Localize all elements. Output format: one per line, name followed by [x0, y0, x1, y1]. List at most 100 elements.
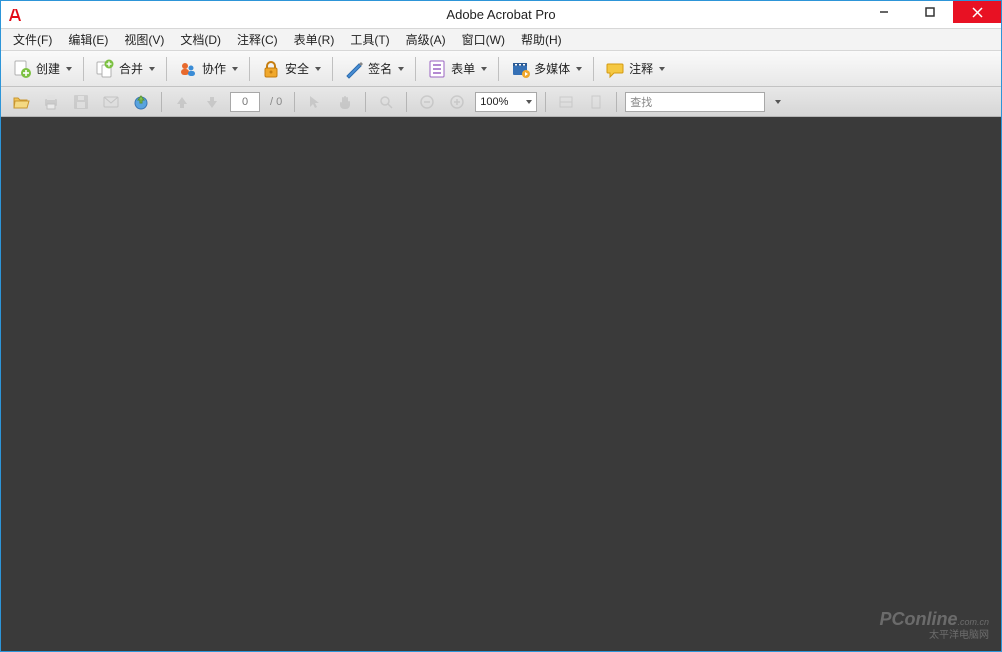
dropdown-caret-icon [232, 67, 238, 71]
menu-tools[interactable]: 工具(T) [342, 29, 397, 50]
comment-label: 注释 [629, 60, 653, 77]
dropdown-caret-icon [398, 67, 404, 71]
collaborate-icon [178, 59, 198, 79]
menu-edit[interactable]: 编辑(E) [60, 29, 116, 50]
menu-advanced[interactable]: 高级(A) [398, 29, 454, 50]
magnifier-icon [378, 94, 394, 110]
watermark-main: PConline [879, 609, 957, 629]
secondary-toolbar: / 0 100% 查找 [1, 87, 1001, 117]
separator [332, 57, 333, 81]
sign-pen-icon [344, 59, 364, 79]
separator [593, 57, 594, 81]
separator [415, 57, 416, 81]
separator [249, 57, 250, 81]
hand-icon [337, 94, 353, 110]
collaborate-label: 协作 [202, 60, 226, 77]
envelope-icon [102, 93, 120, 111]
multimedia-film-icon [510, 59, 530, 79]
zoom-in-button[interactable] [445, 90, 469, 114]
menu-help[interactable]: 帮助(H) [513, 29, 570, 50]
minus-circle-icon [419, 94, 435, 110]
watermark: PConline.com.cn 太平洋电脑网 [879, 610, 989, 641]
select-tool-button[interactable] [303, 90, 327, 114]
search-dropdown-caret-icon[interactable] [775, 100, 781, 104]
separator [83, 57, 84, 81]
cursor-select-icon [307, 94, 323, 110]
fit-page-button[interactable] [584, 90, 608, 114]
document-area: PConline.com.cn 太平洋电脑网 [1, 117, 1001, 651]
dropdown-caret-icon [576, 67, 582, 71]
separator [545, 92, 546, 112]
menu-view[interactable]: 视图(V) [116, 29, 172, 50]
dropdown-caret-icon [659, 67, 665, 71]
maximize-button[interactable] [907, 1, 953, 23]
menu-forms[interactable]: 表单(R) [286, 29, 343, 50]
folder-open-icon [12, 93, 30, 111]
forms-button[interactable]: 表单 [422, 55, 492, 83]
forms-label: 表单 [451, 60, 475, 77]
window-title: Adobe Acrobat Pro [1, 7, 1001, 22]
sign-label: 签名 [368, 60, 392, 77]
collaborate-button[interactable]: 协作 [173, 55, 243, 83]
search-placeholder: 查找 [630, 94, 652, 110]
watermark-suffix: .com.cn [957, 617, 989, 627]
separator [166, 57, 167, 81]
fit-width-icon [558, 94, 574, 110]
merge-button[interactable]: 合并 [90, 55, 160, 83]
printer-icon [42, 93, 60, 111]
zoom-out-button[interactable] [415, 90, 439, 114]
fit-width-button[interactable] [554, 90, 578, 114]
open-button[interactable] [9, 90, 33, 114]
secure-lock-icon [261, 59, 281, 79]
marquee-zoom-button[interactable] [374, 90, 398, 114]
arrow-up-icon [174, 94, 190, 110]
minimize-button[interactable] [861, 1, 907, 23]
separator [294, 92, 295, 112]
hand-tool-button[interactable] [333, 90, 357, 114]
dropdown-caret-icon [481, 67, 487, 71]
watermark-sub: 太平洋电脑网 [879, 630, 989, 641]
menu-window[interactable]: 窗口(W) [454, 29, 513, 50]
secure-button[interactable]: 安全 [256, 55, 326, 83]
separator [498, 57, 499, 81]
create-button[interactable]: 创建 [7, 55, 77, 83]
forms-icon [427, 59, 447, 79]
window-controls [861, 1, 1001, 23]
separator [365, 92, 366, 112]
main-toolbar: 创建 合并 协作 安全 [1, 51, 1001, 87]
save-button[interactable] [69, 90, 93, 114]
titlebar: Adobe Acrobat Pro [1, 1, 1001, 29]
page-number-input[interactable] [230, 92, 260, 112]
merge-icon [95, 59, 115, 79]
arrow-down-icon [204, 94, 220, 110]
upload-button[interactable] [129, 90, 153, 114]
zoom-select[interactable]: 100% [475, 92, 537, 112]
email-button[interactable] [99, 90, 123, 114]
app-icon [7, 7, 23, 23]
merge-label: 合并 [119, 60, 143, 77]
plus-circle-icon [449, 94, 465, 110]
sign-button[interactable]: 签名 [339, 55, 409, 83]
save-disk-icon [72, 93, 90, 111]
create-icon [12, 59, 32, 79]
search-input[interactable]: 查找 [625, 92, 765, 112]
create-label: 创建 [36, 60, 60, 77]
separator [161, 92, 162, 112]
dropdown-caret-icon [66, 67, 72, 71]
menubar: 文件(F) 编辑(E) 视图(V) 文档(D) 注释(C) 表单(R) 工具(T… [1, 29, 1001, 51]
comment-button[interactable]: 注释 [600, 55, 670, 83]
dropdown-caret-icon [526, 100, 532, 104]
fit-page-icon [588, 94, 604, 110]
menu-file[interactable]: 文件(F) [5, 29, 60, 50]
next-page-button[interactable] [200, 90, 224, 114]
multimedia-button[interactable]: 多媒体 [505, 55, 587, 83]
page-total-label: / 0 [266, 96, 286, 108]
secure-label: 安全 [285, 60, 309, 77]
prev-page-button[interactable] [170, 90, 194, 114]
close-button[interactable] [953, 1, 1001, 23]
menu-comments[interactable]: 注释(C) [229, 29, 286, 50]
menu-document[interactable]: 文档(D) [172, 29, 229, 50]
print-button[interactable] [39, 90, 63, 114]
dropdown-caret-icon [315, 67, 321, 71]
zoom-value: 100% [480, 96, 508, 108]
